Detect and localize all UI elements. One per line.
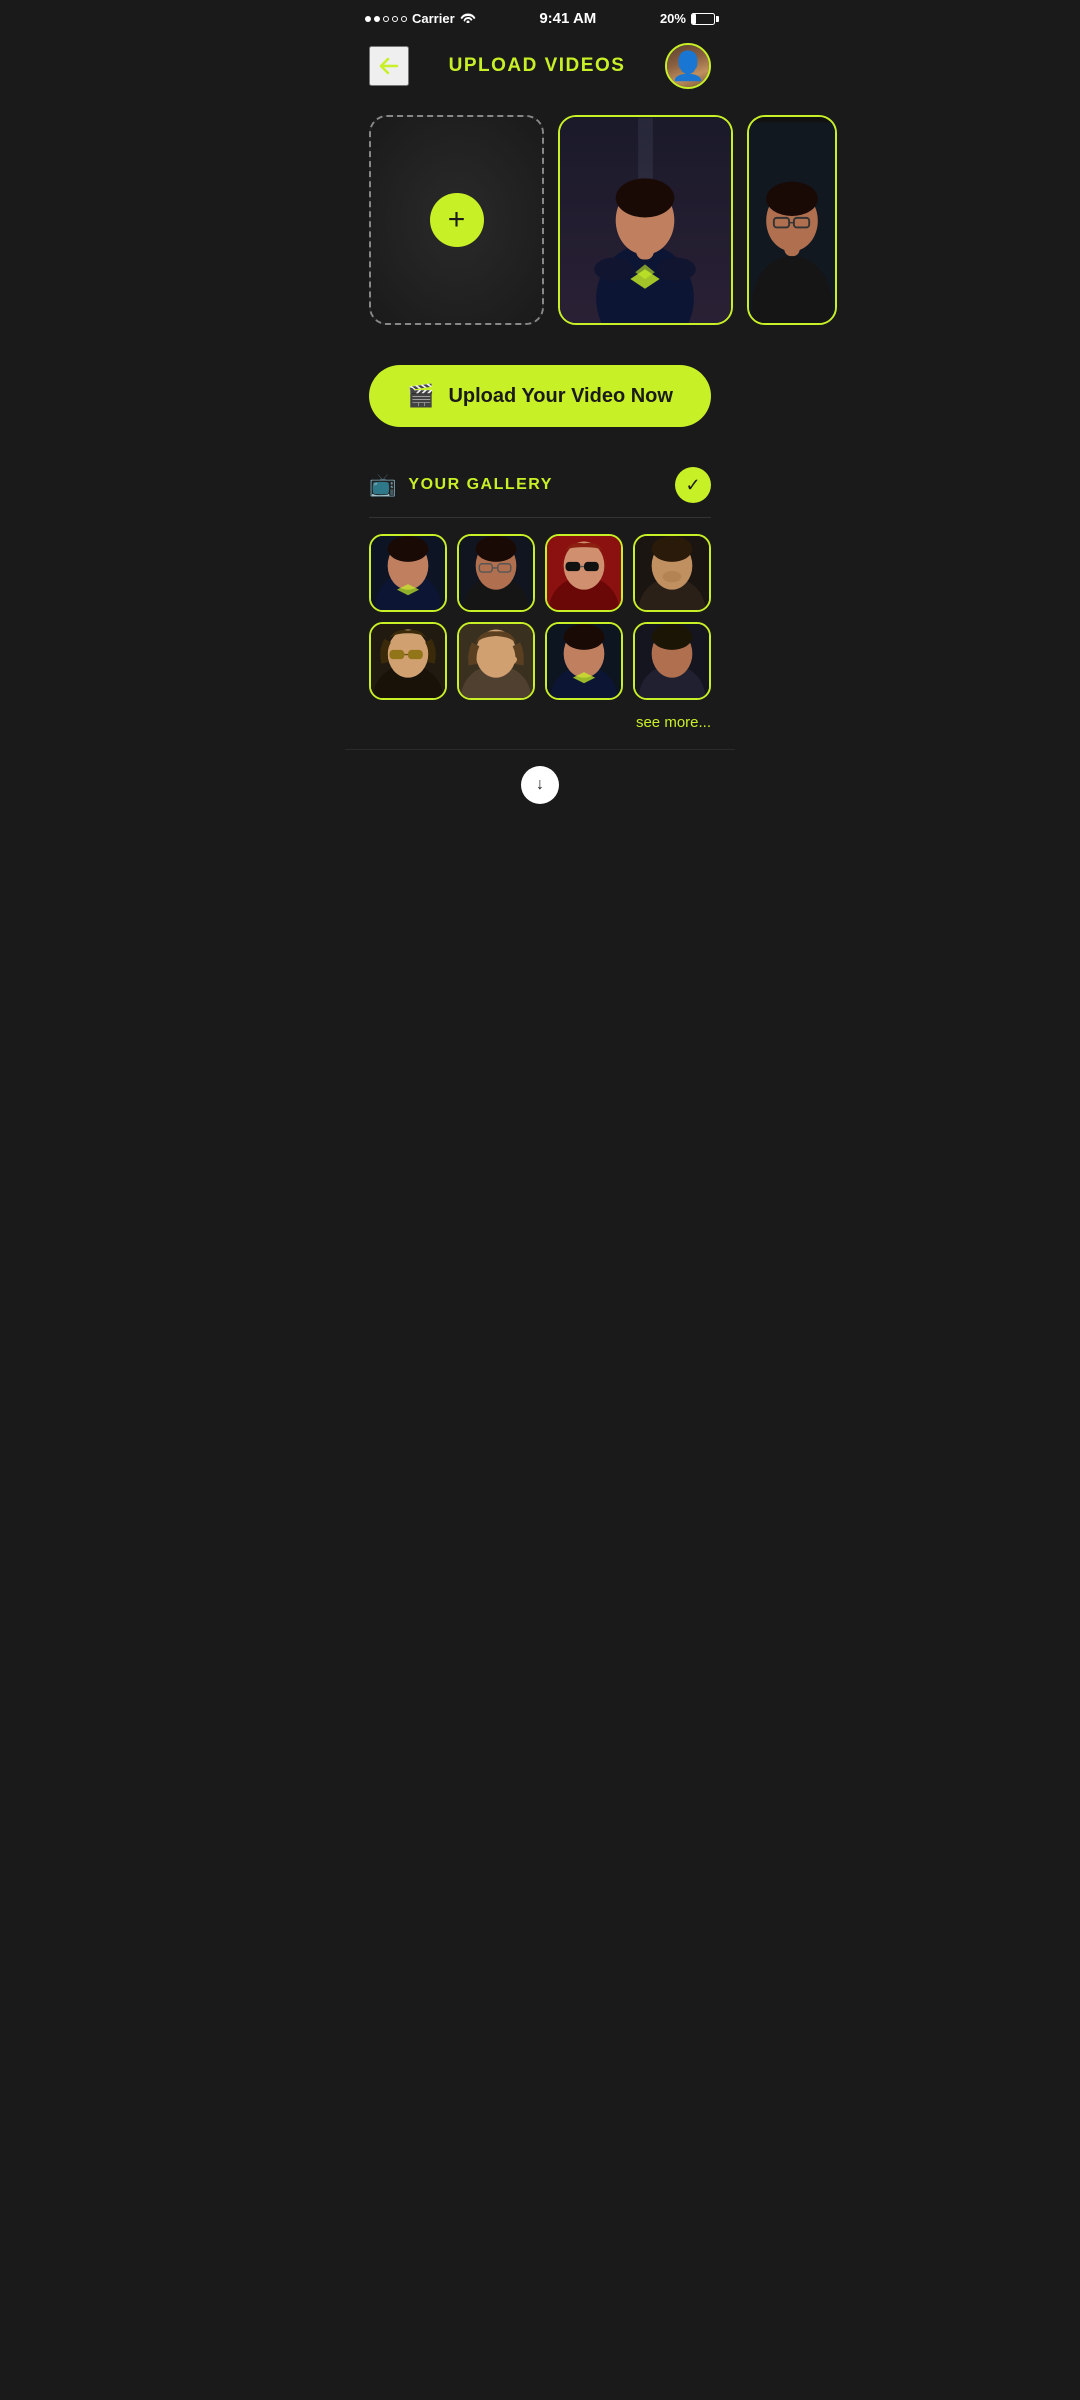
- upload-section: 🎬 Upload Your Video Now: [345, 345, 735, 457]
- down-arrow-icon: ↓: [536, 776, 544, 794]
- gallery-image-3: [547, 536, 621, 610]
- gallery-image-5: [371, 624, 445, 698]
- battery-percent: 20%: [660, 11, 686, 26]
- tv-icon: 📺: [369, 472, 396, 498]
- scroll-down-button[interactable]: ↓: [521, 766, 559, 804]
- battery-icon: [691, 13, 715, 25]
- avatar-image: [667, 45, 709, 87]
- gallery-grid: [369, 518, 711, 700]
- dot-4: [392, 16, 398, 22]
- gallery-item-6[interactable]: [457, 622, 535, 700]
- avatar[interactable]: [665, 43, 711, 89]
- upload-button[interactable]: 🎬 Upload Your Video Now: [369, 365, 711, 427]
- video-thumbnail-2: [749, 117, 835, 323]
- add-video-card[interactable]: +: [369, 115, 544, 325]
- battery-fill: [692, 14, 696, 24]
- dot-2: [374, 16, 380, 22]
- status-time: 9:41 AM: [539, 10, 596, 27]
- wifi-icon: [460, 11, 476, 26]
- signal-dots: [365, 16, 407, 22]
- plus-icon: +: [448, 205, 466, 235]
- gallery-image-4: [635, 536, 709, 610]
- gallery-item-8[interactable]: [633, 622, 711, 700]
- status-left: Carrier: [365, 11, 476, 26]
- dot-1: [365, 16, 371, 22]
- dot-3: [383, 16, 389, 22]
- video-thumbnail-1: [560, 117, 731, 323]
- dot-5: [401, 16, 407, 22]
- upload-button-label: Upload Your Video Now: [448, 385, 672, 408]
- carrier-label: Carrier: [412, 11, 455, 26]
- add-video-button[interactable]: +: [430, 193, 484, 247]
- video-card-2[interactable]: [747, 115, 837, 325]
- gallery-header: 📺 YOUR GALLERY ✓: [369, 467, 711, 518]
- gallery-image-6: [459, 624, 533, 698]
- see-more-row: see more...: [369, 700, 711, 741]
- gallery-title: YOUR GALLERY: [408, 476, 553, 494]
- gallery-image-8: [635, 624, 709, 698]
- gallery-section: 📺 YOUR GALLERY ✓: [345, 457, 735, 741]
- see-more-link[interactable]: see more...: [636, 714, 711, 731]
- page-title: UPLOAD VIDEOS: [449, 55, 626, 77]
- bottom-bar: ↓: [345, 749, 735, 824]
- gallery-title-row: 📺 YOUR GALLERY: [369, 472, 553, 498]
- check-icon: ✓: [685, 475, 700, 496]
- gallery-check-badge: ✓: [675, 467, 711, 503]
- gallery-item-2[interactable]: [457, 534, 535, 612]
- gallery-item-5[interactable]: [369, 622, 447, 700]
- header: UPLOAD VIDEOS: [345, 33, 735, 105]
- gallery-image-7: [547, 624, 621, 698]
- gallery-item-7[interactable]: [545, 622, 623, 700]
- gallery-image-1: [371, 536, 445, 610]
- gallery-item-3[interactable]: [545, 534, 623, 612]
- video-card-1[interactable]: [558, 115, 733, 325]
- camera-icon: 🎬: [407, 383, 434, 409]
- gallery-item-4[interactable]: [633, 534, 711, 612]
- gallery-image-2: [459, 536, 533, 610]
- back-button[interactable]: [369, 46, 409, 86]
- status-bar: Carrier 9:41 AM 20%: [345, 0, 735, 33]
- video-carousel: +: [345, 105, 735, 345]
- status-right: 20%: [660, 11, 715, 26]
- gallery-item-1[interactable]: [369, 534, 447, 612]
